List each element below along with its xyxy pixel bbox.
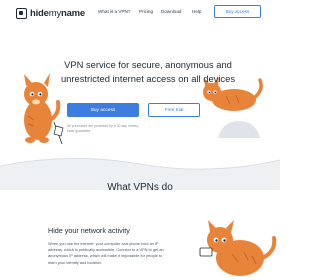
logo[interactable]: hidemyname — [16, 6, 85, 20]
hero-title: VPN service for secure, anonymous and un… — [60, 59, 236, 84]
cat-illustration-bottom — [199, 220, 277, 276]
buy-access-button[interactable]: Buy access — [67, 103, 139, 117]
money-back-guarantee-note: All purchases are protected by a 30-day … — [67, 124, 140, 133]
site-header: hidemyname What is a VPN? Pricing Downlo… — [0, 0, 280, 26]
feature-description: When you use the internet, your computer… — [48, 241, 164, 265]
nav-download[interactable]: Download — [161, 9, 181, 14]
logo-icon — [16, 7, 27, 19]
nav-what-is-vpn[interactable]: What is a VPN? — [98, 9, 130, 14]
rock-illustration — [218, 121, 260, 138]
section-title: What VPNs do — [107, 182, 173, 193]
nav-help[interactable]: Help — [192, 9, 201, 14]
feature-title: Hide your network activity — [48, 226, 130, 235]
nav-pricing[interactable]: Pricing — [139, 9, 153, 14]
free-trial-button[interactable]: Free trial — [148, 103, 200, 117]
logo-text: hidemyname — [30, 7, 86, 19]
header-buy-access-button[interactable]: Buy access — [214, 5, 261, 18]
